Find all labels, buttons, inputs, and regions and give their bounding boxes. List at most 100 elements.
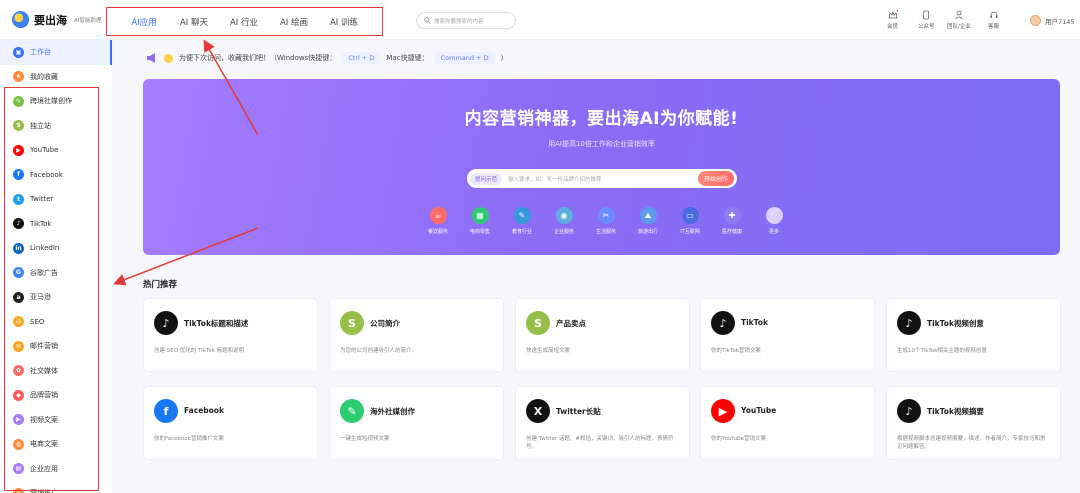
support-button[interactable]: 客服 [988, 10, 999, 30]
card-title: Facebook [184, 406, 224, 415]
search-placeholder: 搜索你要搜索的内容 [434, 18, 484, 25]
category-item[interactable]: ▦ 电商零售 [459, 207, 501, 235]
sidebar-item-icon: ♪ [13, 218, 24, 230]
recommend-card[interactable]: ✎ 海外社媒创作 一键生成短视频文案 [329, 386, 504, 460]
sidebar-item[interactable]: G 谷歌广告 [0, 261, 112, 286]
category-icon: ◉ [555, 207, 573, 224]
phone-icon [923, 10, 930, 20]
sidebar-item[interactable]: ✿ 社交媒体 [0, 359, 112, 384]
sidebar-item-icon: ▤ [13, 463, 24, 475]
sidebar-item[interactable]: a 亚马逊 [0, 285, 112, 310]
card-icon: ▶ [711, 399, 735, 423]
member-button[interactable]: 会员 [887, 10, 898, 30]
recommend-card[interactable]: S 产品卖点 快速生成简短文案 [515, 298, 690, 372]
category-item[interactable]: ▭ IT互联网 [669, 207, 711, 235]
sidebar-item[interactable]: f Facebook [0, 163, 112, 188]
prompt-example-chip[interactable]: 提问示范 [470, 172, 503, 185]
sidebar-item-icon: ◆ [13, 389, 24, 401]
sidebar-item[interactable]: ★ 我的收藏 [0, 65, 112, 90]
sidebar-item[interactable]: ▣ 工作台 [0, 40, 112, 65]
category-label: IT互联网 [680, 229, 700, 235]
search-input[interactable]: 搜索你要搜索的内容 [416, 12, 516, 29]
category-item[interactable]: ✚ 医疗健康 [711, 207, 753, 235]
sidebar-item[interactable]: ▤ 企业应用 [0, 457, 112, 482]
sidebar-item[interactable]: ✎ 跨境社媒创作 [0, 89, 112, 114]
team-icon [955, 10, 963, 20]
sidebar-item[interactable]: S 独立站 [0, 114, 112, 139]
sidebar-item-icon: t [13, 193, 24, 205]
recommend-card[interactable]: f Facebook 你的Facebook营销推广文案 [143, 386, 318, 460]
recommend-card[interactable]: ▶ YouTube 你的Youtube营销文案 [700, 386, 875, 460]
hero-banner: 内容营销神器，要出海AI为你赋能! 用AI提高10倍工作和企业营销效率 提问示范… [143, 79, 1060, 255]
crown-icon [888, 10, 898, 19]
logo-subtitle: AI智能助理 [74, 17, 102, 24]
sidebar-item-icon: ▶ [13, 144, 24, 156]
category-icon: ✎ [513, 207, 531, 224]
logo[interactable]: 要出海 AI智能助理 [12, 11, 101, 28]
sidebar-item-icon: f [13, 169, 24, 181]
sidebar-item[interactable]: ✉ 邮件营销 [0, 334, 112, 359]
recommend-card[interactable]: X Twitter长贴 创建 Twitter 话题、#和括，关键词，吸引人的标题，表… [515, 386, 690, 460]
card-icon: X [526, 399, 550, 423]
avatar [1030, 15, 1041, 26]
tab-ai-apps[interactable]: AI应用 [119, 16, 169, 28]
sidebar-item-label: 邮件营销 [30, 342, 58, 351]
category-item[interactable]: ⛰ 旅游出行 [627, 207, 669, 235]
recommend-card[interactable]: S 公司简介 为您的公司创建吸引人的简介。 [329, 298, 504, 372]
official-account-button[interactable]: 公众号 [918, 10, 935, 30]
card-description: 你的Facebook营销推广文案 [154, 436, 224, 442]
sidebar-item-icon: ◍ [13, 438, 24, 450]
sidebar-item-icon: ★ [13, 71, 24, 83]
recommend-card[interactable]: ♪ TikTok标题和描述 创建 SEO 优化的 TikTok 标题和说明 [143, 298, 318, 372]
sidebar-item-icon: ✉ [13, 340, 24, 352]
category-item[interactable]: ✎ 教育行业 [501, 207, 543, 235]
team-button[interactable]: 团队/企业 [947, 10, 971, 30]
banner-prompt-input[interactable]: 提问示范 输入要求，如：写一份品牌介绍的推荐 开始创作 [467, 169, 737, 188]
category-item[interactable]: ◉ 企业服务 [543, 207, 585, 235]
sidebar-item[interactable]: ▶ 视频文案 [0, 408, 112, 433]
logo-name: 要出海 [34, 13, 67, 27]
category-item[interactable]: ··· 更多 [753, 207, 795, 235]
tab-ai-industry[interactable]: AI 行业 [219, 16, 269, 28]
mac-shortcut: Command + D [434, 52, 495, 64]
recommend-card[interactable]: ♪ TikTok 你的TikTok营销文案 [700, 298, 875, 372]
official-account-label: 公众号 [918, 24, 935, 30]
sidebar-item[interactable]: ◍ 营销推广 [0, 481, 112, 493]
card-icon: S [340, 311, 364, 335]
category-item[interactable]: ✂ 生活服务 [585, 207, 627, 235]
user-menu[interactable]: 用户7145 [1030, 15, 1075, 26]
tab-ai-chat[interactable]: AI 聊天 [169, 16, 219, 28]
sidebar-item-label: 谷歌广告 [30, 268, 58, 277]
card-title: 公司简介 [370, 319, 400, 328]
sidebar-item-icon: ✎ [13, 95, 24, 107]
tab-ai-training[interactable]: AI 训练 [319, 16, 369, 28]
bookmark-notice: 为便下次访问，收藏我们吧！（Windows快捷键： Ctrl + D Mac快捷… [146, 52, 508, 64]
emoji-icon [164, 53, 173, 63]
sidebar-item-label: 营销推广 [30, 488, 58, 493]
recommend-card[interactable]: ♪ TikTok视频创意 生成10个TikTok相关主题的视频创意 [886, 298, 1061, 372]
main-nav-tabs: AI应用 AI 聊天 AI 行业 AI 绘画 AI 训练 [106, 7, 383, 36]
category-label: 教育行业 [511, 229, 532, 235]
card-description: 根据视频脚本创建视频摘要，描述、作者简介，专家技巧和常见问题解答。 [897, 436, 1046, 451]
category-icon: ··· [765, 207, 783, 224]
sidebar-item[interactable]: t Twitter [0, 187, 112, 212]
card-title: TikTok [741, 318, 768, 327]
search-icon [424, 17, 431, 24]
sidebar-item-label: 工作台 [30, 48, 51, 57]
tab-ai-drawing[interactable]: AI 绘画 [269, 16, 319, 28]
sidebar-item[interactable]: ◎ SEO [0, 310, 112, 335]
sidebar-item-label: Facebook [30, 170, 63, 179]
recommend-card[interactable]: ♪ TikTok视频摘要 根据视频脚本创建视频摘要，描述、作者简介，专家技巧和常见问… [886, 386, 1061, 460]
category-item[interactable]: ☕ 餐饮服务 [417, 207, 459, 235]
sidebar-item-label: Twitter [30, 195, 54, 204]
sidebar-item[interactable]: ▶ YouTube [0, 138, 112, 163]
start-create-button[interactable]: 开始创作 [697, 171, 734, 186]
sidebar-item[interactable]: ◆ 品牌营销 [0, 383, 112, 408]
sidebar-item[interactable]: ◍ 电商文案 [0, 432, 112, 457]
sidebar-item[interactable]: in LinkedIn [0, 236, 112, 261]
sidebar-item[interactable]: ♪ TikTok [0, 212, 112, 237]
card-title: TikTok视频创意 [927, 319, 984, 328]
username: 用户7145 [1045, 17, 1075, 26]
headset-icon [990, 11, 997, 18]
category-label: 企业服务 [553, 229, 574, 235]
